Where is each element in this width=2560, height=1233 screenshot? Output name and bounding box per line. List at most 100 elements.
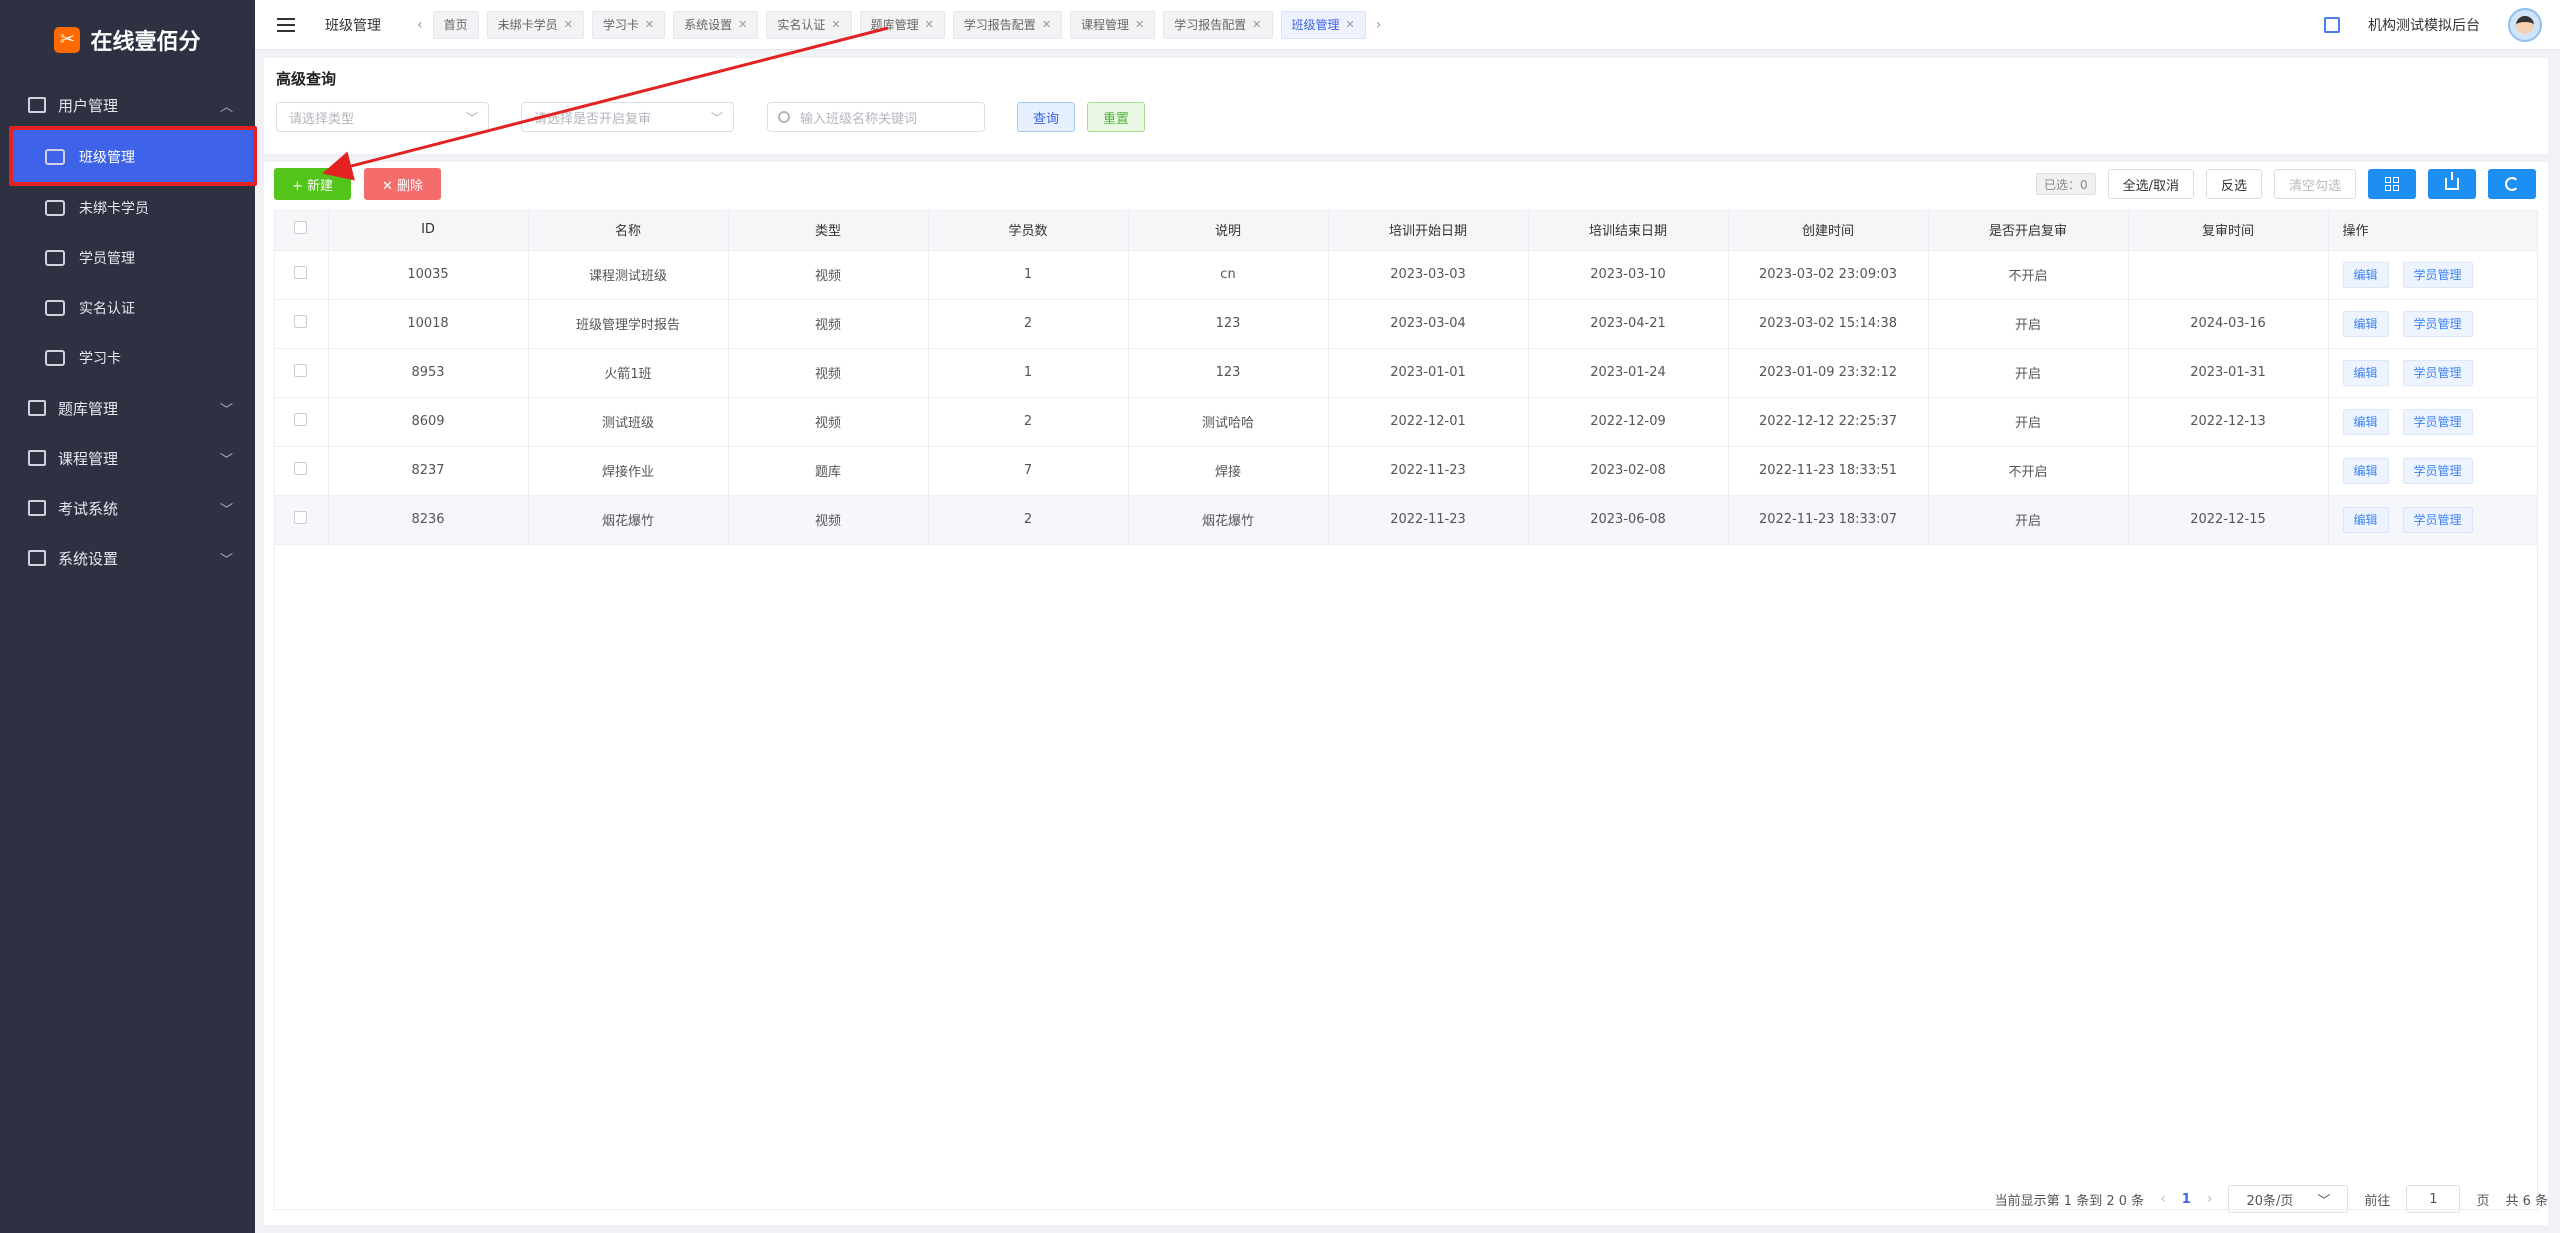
tab-report-config[interactable]: 学习报告配置 ✕ [952, 10, 1063, 39]
main-panel: + 新建 ✕ 删除 已选：0 全选/取消 反选 清空勾选 ID 名称 类型 学员… [264, 162, 2548, 1225]
sidebar-item-course-management[interactable]: 课程管理 ﹀ [0, 433, 255, 483]
edit-button[interactable]: 编辑 [2342, 457, 2389, 484]
sidebar-item-system-settings[interactable]: 系统设置 ﹀ [0, 533, 255, 583]
column-header[interactable]: 是否开启复审 [1928, 210, 2129, 251]
sidebar-item-user-management[interactable]: 用户管理 ︿ [0, 80, 255, 130]
edit-button[interactable]: 编辑 [2342, 261, 2389, 288]
sidebar-item-question-bank[interactable]: 题库管理 ﹀ [0, 383, 255, 433]
manage-students-button[interactable]: 学员管理 [2402, 359, 2473, 386]
edit-button[interactable]: 编辑 [2342, 408, 2389, 435]
clear-selection-button[interactable]: 清空勾选 [2273, 169, 2356, 199]
user-name[interactable]: 机构测试模拟后台 [2368, 15, 2480, 35]
checkbox[interactable] [294, 266, 308, 279]
column-header[interactable]: 复审时间 [2128, 210, 2329, 251]
cell-name: 焊接作业 [528, 446, 729, 496]
checkbox[interactable] [294, 221, 308, 235]
type-select[interactable]: 请选择类型 ﹀ [276, 102, 489, 132]
sidebar-item-student-management[interactable]: 学员管理 [0, 233, 255, 283]
tab-study-card[interactable]: 学习卡 ✕ [591, 10, 666, 39]
tab-course-management[interactable]: 课程管理 ✕ [1070, 10, 1156, 39]
row-checkbox[interactable] [274, 495, 329, 545]
review-select[interactable]: 请选择是否开启复审 ﹀ [521, 102, 734, 132]
tab-real-name-auth[interactable]: 实名认证 ✕ [766, 10, 852, 39]
column-header[interactable]: 学员数 [928, 210, 1129, 251]
tab-question-bank[interactable]: 题库管理 ✕ [859, 10, 945, 39]
close-icon[interactable]: ✕ [1042, 18, 1051, 31]
checkbox[interactable] [294, 364, 308, 377]
table-row[interactable]: 8953 火箭1班 视频 1 123 2023-01-01 2023-01-24… [274, 348, 2538, 398]
sidebar-item-real-name-auth[interactable]: 实名认证 [0, 283, 255, 333]
close-icon[interactable]: ✕ [1135, 18, 1144, 31]
sidebar-item-unbound-students[interactable]: 未绑卡学员 [0, 183, 255, 233]
checkbox[interactable] [294, 315, 308, 328]
row-checkbox[interactable] [274, 250, 329, 300]
invert-selection-button[interactable]: 反选 [2205, 169, 2262, 199]
table-row[interactable]: 10018 班级管理学时报告 视频 2 123 2023-03-04 2023-… [274, 299, 2538, 349]
sidebar-item-study-card[interactable]: 学习卡 [0, 333, 255, 383]
close-icon[interactable]: ✕ [1252, 18, 1261, 31]
table-row[interactable]: 8609 测试班级 视频 2 测试哈哈 2022-12-01 2022-12-0… [274, 397, 2538, 447]
tab-report-config-2[interactable]: 学习报告配置 ✕ [1163, 10, 1273, 39]
tab-home[interactable]: 首页 [432, 10, 479, 39]
reset-button[interactable]: 重置 [1087, 102, 1145, 132]
sidebar-item-class-management[interactable]: 班级管理 [12, 130, 253, 183]
column-header[interactable]: 培训结束日期 [1528, 210, 1729, 251]
checkbox[interactable] [294, 462, 308, 475]
export-button[interactable] [2428, 169, 2476, 199]
goto-page-input[interactable]: 1 [2406, 1185, 2461, 1213]
manage-students-button[interactable]: 学员管理 [2402, 310, 2473, 337]
tab-system-settings[interactable]: 系统设置 ✕ [673, 10, 759, 39]
avatar[interactable] [2508, 8, 2542, 42]
close-icon[interactable]: ✕ [831, 18, 840, 31]
manage-students-button[interactable]: 学员管理 [2402, 408, 2473, 435]
edit-button[interactable]: 编辑 [2342, 506, 2389, 533]
edit-button[interactable]: 编辑 [2342, 359, 2389, 386]
manage-students-button[interactable]: 学员管理 [2402, 506, 2473, 533]
column-header[interactable]: 培训开始日期 [1328, 210, 1529, 251]
fullscreen-icon[interactable] [2324, 17, 2340, 33]
page-number[interactable]: 1 [2182, 1192, 2191, 1207]
column-header[interactable]: 创建时间 [1728, 210, 1929, 251]
edit-button[interactable]: 编辑 [2342, 310, 2389, 337]
row-checkbox[interactable] [274, 446, 329, 496]
close-icon[interactable]: ✕ [1346, 18, 1355, 31]
column-header[interactable]: ID [328, 210, 529, 251]
chevron-left-icon[interactable]: ‹ [417, 17, 423, 33]
tab-label: 班级管理 [1291, 18, 1340, 32]
add-button[interactable]: + 新建 [274, 168, 351, 200]
manage-students-button[interactable]: 学员管理 [2402, 261, 2473, 288]
table-row[interactable]: 10035 课程测试班级 视频 1 cn 2023-03-03 2023-03-… [274, 250, 2538, 300]
page-size-select[interactable]: 20条/页 ﹀ [2228, 1185, 2349, 1213]
tab-unbound-students[interactable]: 未绑卡学员 ✕ [486, 10, 584, 39]
row-checkbox[interactable] [274, 348, 329, 398]
refresh-button[interactable] [2488, 169, 2536, 199]
close-icon[interactable]: ✕ [564, 18, 573, 31]
tab-class-management[interactable]: 班级管理 ✕ [1280, 10, 1366, 39]
chevron-left-icon[interactable]: ‹ [2160, 1191, 2166, 1207]
column-header[interactable]: 名称 [528, 210, 729, 251]
menu-toggle-icon[interactable] [277, 17, 295, 32]
header-checkbox[interactable] [274, 210, 329, 251]
close-icon[interactable]: ✕ [738, 18, 747, 31]
chevron-right-icon[interactable]: › [2207, 1191, 2213, 1207]
chevron-right-icon[interactable]: › [1376, 17, 1382, 33]
brand-logo[interactable]: ✂ 在线壹佰分 [0, 0, 255, 80]
row-checkbox[interactable] [274, 299, 329, 349]
tab-label: 实名认证 [777, 18, 826, 32]
delete-button[interactable]: ✕ 删除 [364, 168, 441, 200]
close-icon[interactable]: ✕ [925, 18, 934, 31]
manage-students-button[interactable]: 学员管理 [2402, 457, 2473, 484]
checkbox[interactable] [294, 511, 308, 524]
column-header[interactable]: 说明 [1128, 210, 1329, 251]
query-button[interactable]: 查询 [1017, 102, 1075, 132]
close-icon[interactable]: ✕ [645, 18, 654, 31]
row-checkbox[interactable] [274, 397, 329, 447]
table-row[interactable]: 8236 烟花爆竹 视频 2 烟花爆竹 2022-11-23 2023-06-0… [274, 495, 2538, 545]
column-settings-button[interactable] [2368, 169, 2416, 199]
select-all-button[interactable]: 全选/取消 [2107, 169, 2194, 199]
sidebar-item-exam-system[interactable]: 考试系统 ﹀ [0, 483, 255, 533]
keyword-search-input[interactable]: 输入班级名称关键词 [767, 102, 985, 132]
column-header[interactable]: 类型 [728, 210, 929, 251]
checkbox[interactable] [294, 413, 308, 426]
table-row[interactable]: 8237 焊接作业 题库 7 焊接 2022-11-23 2023-02-08 … [274, 446, 2538, 496]
